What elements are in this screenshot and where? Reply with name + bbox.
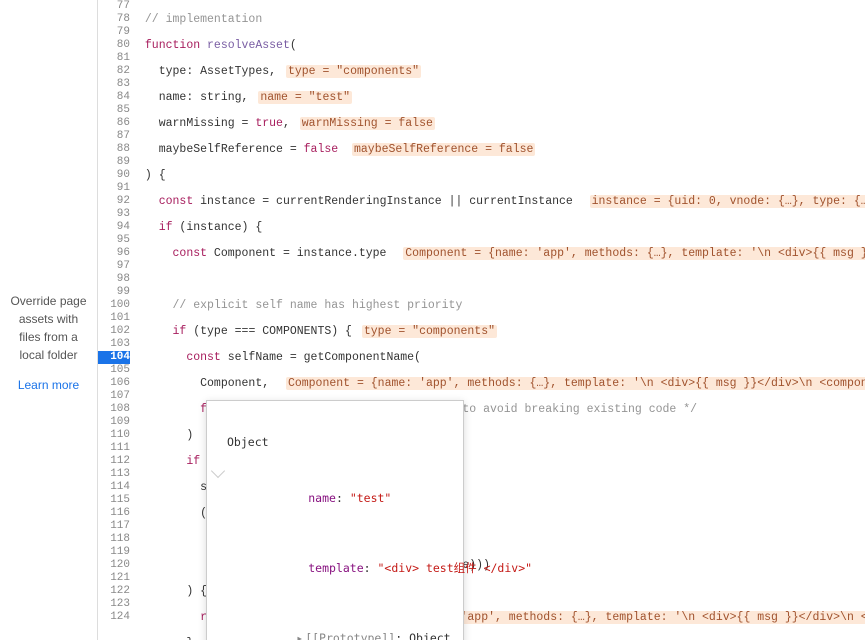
learn-more-link[interactable]: Learn more <box>8 376 89 394</box>
inline-hint: name = "test" <box>258 91 352 104</box>
value-tooltip[interactable]: Object name: "test" template: "<div> tes… <box>206 400 464 640</box>
overrides-sidebar: Override page assets with files from a l… <box>0 282 97 640</box>
expand-arrow-icon[interactable]: ▸ <box>296 631 303 640</box>
code-content[interactable]: // implementation function resolveAsset(… <box>138 0 865 640</box>
line-number-gutter: 77 78 79 80 81 82 83 84 85 86 87 88 89 9… <box>98 0 138 640</box>
tooltip-proto[interactable]: [[Prototype]] <box>305 631 395 640</box>
tooltip-prop-val: "test" <box>350 491 392 505</box>
inline-hint: type = "components" <box>286 65 421 78</box>
tooltip-prop-val: "<div> test组件 </div>" <box>378 561 533 575</box>
code-editor[interactable]: 77 78 79 80 81 82 83 84 85 86 87 88 89 9… <box>97 0 865 640</box>
tooltip-prop-key: name <box>308 491 336 505</box>
comment: // implementation <box>145 13 262 26</box>
tooltip-title: Object <box>215 435 455 449</box>
tooltip-prop-key: template <box>308 561 363 575</box>
sidebar-help-text: Override page assets with files from a l… <box>8 292 89 364</box>
current-line-number: 104 <box>98 351 130 364</box>
